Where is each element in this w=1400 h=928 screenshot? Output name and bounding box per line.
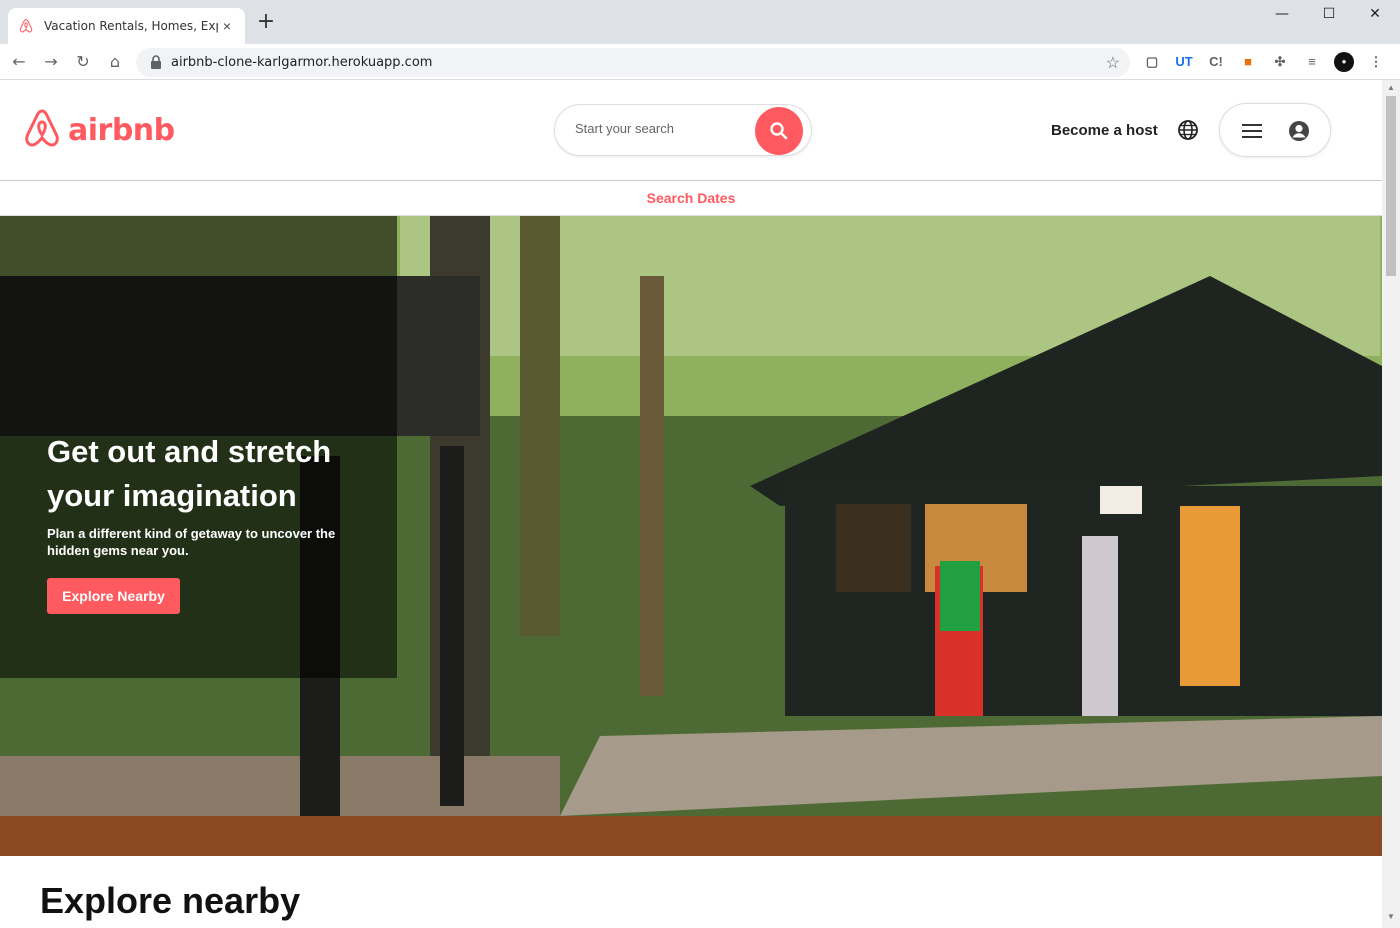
screenshot-extension-icon[interactable]: ▢ (1142, 52, 1162, 72)
browser-menu-icon[interactable]: ⋮ (1366, 52, 1386, 72)
hero-subtitle: Plan a different kind of getaway to unco… (47, 526, 336, 558)
explore-nearby-button[interactable]: Explore Nearby (47, 578, 180, 614)
airbnb-logo[interactable]: airbnb (22, 108, 175, 152)
maximize-icon[interactable]: ☐ (1319, 6, 1339, 26)
tab-close-icon[interactable]: × (219, 18, 235, 34)
scroll-up-icon[interactable]: ▲ (1386, 83, 1396, 93)
close-window-icon[interactable]: ✕ (1365, 6, 1385, 26)
logo-text: airbnb (68, 112, 175, 148)
minimize-icon[interactable]: — (1272, 6, 1292, 26)
profile-avatar-icon[interactable]: ● (1334, 52, 1354, 72)
site-header: airbnb Become a host (0, 80, 1382, 180)
address-bar[interactable]: airbnb-clone-karlgarmor.herokuapp.com ☆ (136, 48, 1130, 77)
search-dates-bar: Search Dates (0, 180, 1382, 216)
search-button[interactable] (755, 107, 803, 155)
explore-nearby-heading: Explore nearby (40, 880, 301, 921)
forward-icon[interactable]: → (40, 51, 62, 73)
reload-icon[interactable]: ↻ (72, 51, 94, 73)
become-host-link[interactable]: Become a host (1051, 122, 1158, 139)
hamburger-menu-icon (1242, 124, 1262, 138)
ut-extension-icon[interactable]: UT (1174, 52, 1194, 72)
tab-title: Vacation Rentals, Homes, Experie (44, 19, 218, 33)
reading-list-icon[interactable]: ≡ (1302, 52, 1322, 72)
new-tab-icon[interactable]: + (256, 11, 276, 33)
airbnb-logo-icon (25, 109, 59, 147)
lock-extension-icon[interactable]: ■ (1238, 52, 1258, 72)
airbnb-favicon-icon (19, 18, 33, 33)
page: airbnb Become a host (0, 80, 1382, 928)
url-text: airbnb-clone-karlgarmor.herokuapp.com (171, 55, 433, 70)
bookmark-star-icon[interactable]: ☆ (1106, 53, 1120, 73)
search-dates-button[interactable]: Search Dates (647, 190, 736, 206)
hero-banner: Get out and stretch your imagination Pla… (0, 216, 1382, 856)
scroll-thumb[interactable] (1386, 96, 1396, 276)
browser-titlebar: Vacation Rentals, Homes, Experie × + — ☐… (0, 0, 1400, 44)
home-icon[interactable]: ⌂ (104, 51, 126, 73)
search-input[interactable] (575, 121, 745, 136)
browser-toolbar: ← → ↻ ⌂ airbnb-clone-karlgarmor.herokuap… (0, 44, 1400, 80)
puzzle-extensions-icon[interactable]: ✣ (1270, 52, 1290, 72)
user-avatar-icon (1289, 121, 1309, 141)
back-icon[interactable]: ← (8, 51, 30, 73)
browser-tab[interactable]: Vacation Rentals, Homes, Experie × (8, 8, 245, 44)
page-scrollbar[interactable]: ▲ ▼ (1382, 80, 1400, 928)
hero-title: Get out and stretch your imagination (47, 434, 332, 513)
scroll-down-icon[interactable]: ▼ (1386, 912, 1396, 922)
user-menu-button[interactable] (1219, 103, 1331, 157)
c-extension-icon[interactable]: C! (1206, 52, 1226, 72)
search-bar[interactable] (554, 104, 812, 156)
lock-icon (151, 55, 161, 69)
globe-icon[interactable] (1177, 119, 1199, 141)
search-icon (770, 122, 788, 140)
